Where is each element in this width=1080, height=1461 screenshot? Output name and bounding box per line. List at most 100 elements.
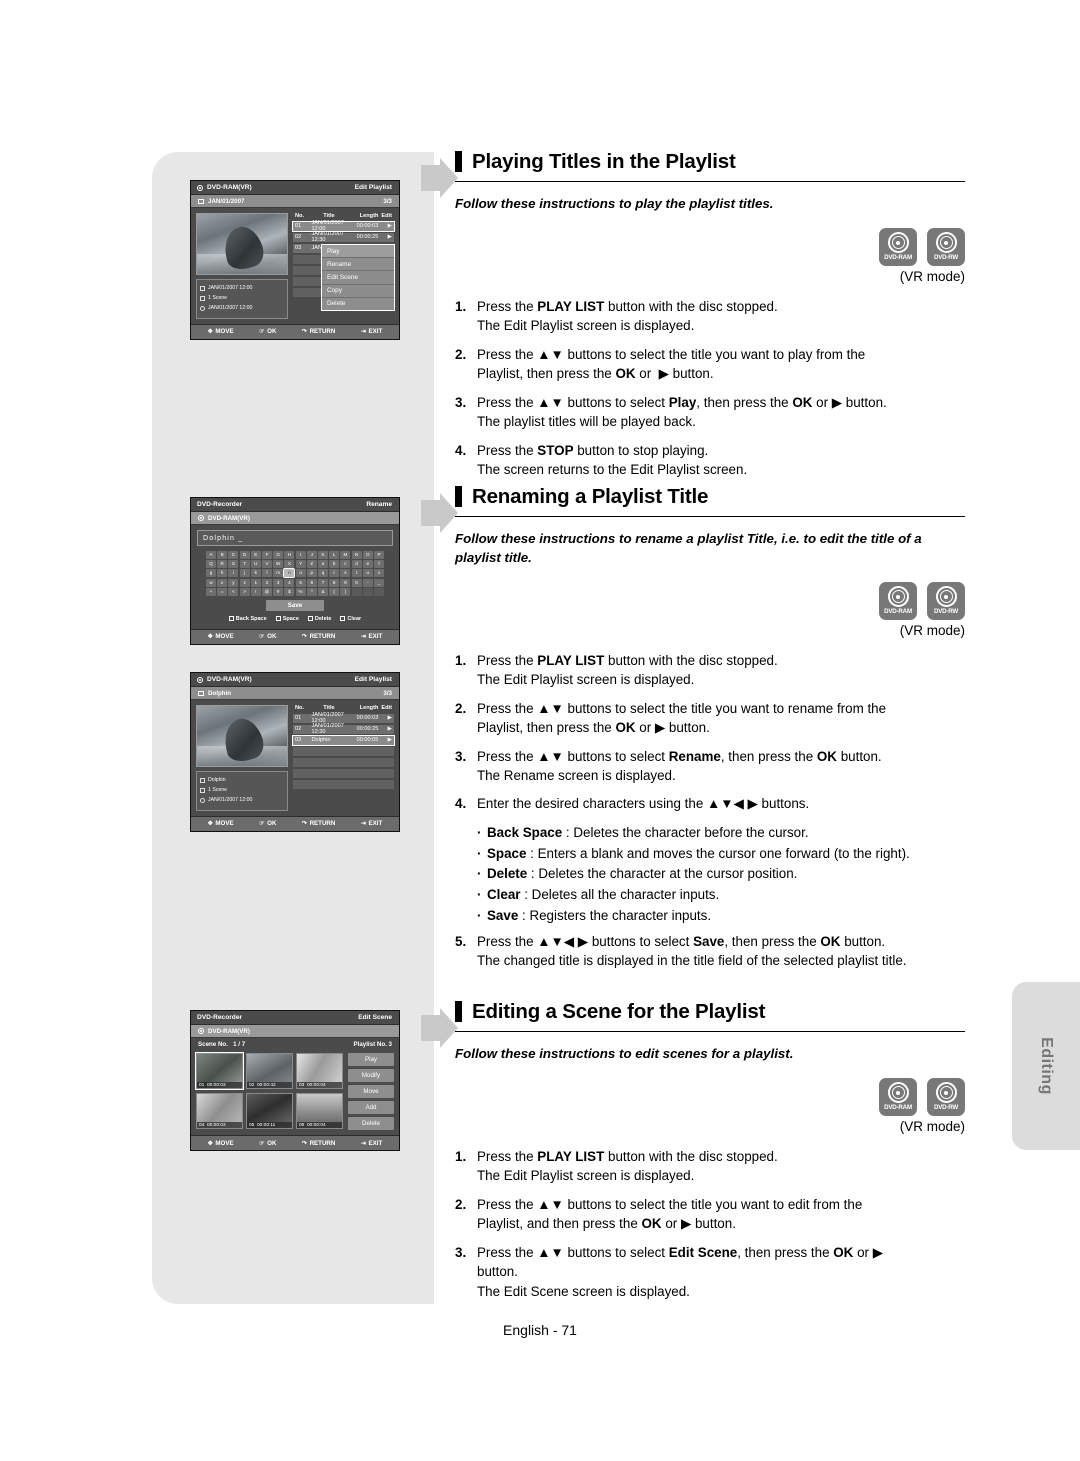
- key-P[interactable]: P: [373, 551, 384, 559]
- fnkey-clear[interactable]: Clear: [340, 616, 361, 622]
- key-Y[interactable]: Y: [295, 560, 306, 569]
- key-t[interactable]: t: [351, 569, 362, 578]
- key-E[interactable]: E: [250, 551, 261, 559]
- row-edit-icon[interactable]: ▶: [378, 726, 392, 732]
- rename-text-field[interactable]: Dolphin _: [197, 530, 393, 546]
- scene-thumbnail[interactable]: 02 00:00:42: [246, 1053, 293, 1089]
- key-U[interactable]: U: [250, 560, 261, 569]
- key-N[interactable]: N: [351, 551, 362, 559]
- key-i[interactable]: i: [228, 569, 239, 578]
- key-G[interactable]: G: [273, 551, 284, 559]
- key->[interactable]: >: [239, 587, 250, 596]
- nav-ok[interactable]: ☞ OK: [259, 633, 276, 640]
- key-k[interactable]: k: [250, 569, 261, 578]
- fnkey-back-space[interactable]: Back Space: [228, 616, 267, 622]
- key-M[interactable]: M: [340, 551, 351, 559]
- key-^[interactable]: ^: [306, 587, 317, 596]
- key-L[interactable]: L: [329, 551, 340, 559]
- nav-move[interactable]: ✥ MOVE: [208, 633, 234, 640]
- key-1[interactable]: 1: [250, 578, 261, 587]
- key-e[interactable]: e: [362, 560, 373, 569]
- key-y[interactable]: y: [228, 578, 239, 587]
- key-D[interactable]: D: [239, 551, 250, 559]
- rename-save-button[interactable]: Save: [266, 599, 324, 611]
- key-9[interactable]: 9: [340, 578, 351, 587]
- key-S[interactable]: S: [228, 560, 239, 569]
- key-z[interactable]: z: [239, 578, 250, 587]
- nav-exit[interactable]: ⇥ EXIT: [361, 328, 382, 335]
- key-r[interactable]: r: [329, 569, 340, 578]
- osd3-list-rows[interactable]: 01 JAN/01/2007 12:00 00:00:03 ▶ 02 JAN/01/200…: [292, 712, 395, 789]
- key-A[interactable]: A: [206, 551, 216, 559]
- fnkey-space[interactable]: Space: [275, 616, 299, 622]
- key-T[interactable]: T: [239, 560, 250, 569]
- key-([interactable]: (: [329, 587, 340, 596]
- key-@[interactable]: @: [261, 587, 272, 596]
- scene-button-modify[interactable]: Modify: [348, 1069, 394, 1082]
- menu-item-edit-scene[interactable]: Edit Scene: [322, 271, 394, 285]
- key-X[interactable]: X: [284, 560, 295, 569]
- key-<[interactable]: <: [228, 587, 239, 596]
- menu-item-delete[interactable]: Delete: [322, 298, 394, 310]
- scene-button-delete[interactable]: Delete: [348, 1117, 394, 1130]
- rename-function-keys[interactable]: Back Space Space Delete Clear: [191, 616, 399, 622]
- key-a[interactable]: a: [317, 560, 328, 569]
- key-V[interactable]: V: [261, 560, 272, 569]
- key-+[interactable]: +: [206, 587, 216, 596]
- menu-item-rename[interactable]: Rename: [322, 258, 394, 272]
- menu-item-play[interactable]: Play: [322, 245, 394, 259]
- key-O[interactable]: O: [362, 551, 373, 559]
- nav-exit[interactable]: ⇥ EXIT: [361, 1140, 382, 1147]
- key-g[interactable]: g: [206, 569, 216, 578]
- scene-thumbnail[interactable]: 03 00:00:04: [296, 1053, 343, 1089]
- key-2[interactable]: 2: [261, 578, 272, 587]
- key-c[interactable]: c: [340, 560, 351, 569]
- key-_[interactable]: _: [373, 578, 384, 587]
- table-row[interactable]: 02 JAN/01/2007 12:30 00:00:25 ▶: [293, 723, 394, 735]
- scene-thumbnail[interactable]: 04 00:00:03: [196, 1093, 243, 1129]
- key-p[interactable]: p: [306, 569, 317, 578]
- nav-move[interactable]: ✥ MOVE: [208, 1140, 234, 1147]
- scene-thumbnail[interactable]: 01 00:00:03: [195, 1052, 244, 1090]
- row-edit-icon[interactable]: ▶: [378, 234, 392, 240]
- nav-move[interactable]: ✥ MOVE: [208, 820, 234, 827]
- key-6[interactable]: 6: [306, 578, 317, 587]
- key-8[interactable]: 8: [329, 578, 340, 587]
- key-d[interactable]: d: [351, 560, 362, 569]
- key-J[interactable]: J: [306, 551, 317, 559]
- osd3-title-list[interactable]: No. Title Length Edit 01 JAN/01/2007 12:00 00…: [292, 705, 395, 811]
- key-u[interactable]: u: [362, 569, 373, 578]
- key-3[interactable]: 3: [273, 578, 284, 587]
- key-h[interactable]: h: [217, 569, 228, 578]
- fnkey-delete[interactable]: Delete: [307, 616, 331, 622]
- key-b[interactable]: b: [329, 560, 340, 569]
- nav-return[interactable]: ↷ RETURN: [302, 633, 335, 640]
- nav-move[interactable]: ✥ MOVE: [208, 328, 234, 335]
- key-j[interactable]: j: [239, 569, 250, 578]
- key-![interactable]: !: [250, 587, 261, 596]
- key-I[interactable]: I: [295, 551, 306, 559]
- key-x[interactable]: x: [217, 578, 228, 587]
- key-H[interactable]: H: [284, 551, 295, 559]
- key-5[interactable]: 5: [295, 578, 306, 587]
- nav-return[interactable]: ↷ RETURN: [302, 328, 335, 335]
- rename-keyboard[interactable]: ABCDEFGHIJKLMNOP QRSTUVWXYZabcdef ghijklmn…: [206, 551, 384, 596]
- key-C[interactable]: C: [228, 551, 239, 559]
- nav-ok[interactable]: ☞ OK: [259, 1140, 276, 1147]
- table-row[interactable]: 02 JAN/01/2007 12:30 00:00:25 ▶: [293, 231, 394, 243]
- scene-action-buttons[interactable]: Play Modify Move Add Delete: [348, 1053, 394, 1130]
- table-row[interactable]: 01 JAN/01/2007 12:00 00:00:03 ▶: [293, 712, 394, 724]
- table-row[interactable]: 01 JAN/01/2007 12:00 00:00:03 ▶: [292, 220, 395, 232]
- row-edit-icon[interactable]: ▶: [378, 223, 392, 229]
- key-%[interactable]: %: [295, 587, 306, 596]
- menu-item-copy[interactable]: Copy: [322, 285, 394, 298]
- nav-ok[interactable]: ☞ OK: [259, 820, 276, 827]
- scene-button-move[interactable]: Move: [348, 1085, 394, 1098]
- key-w[interactable]: w: [206, 578, 216, 587]
- key-R[interactable]: R: [217, 560, 228, 569]
- key-K[interactable]: K: [317, 551, 328, 559]
- key-0[interactable]: 0: [351, 578, 362, 587]
- key-=[interactable]: =: [217, 587, 228, 596]
- key-W[interactable]: W: [273, 560, 284, 569]
- osd1-context-menu[interactable]: Play Rename Edit Scene Copy Delete: [321, 244, 395, 311]
